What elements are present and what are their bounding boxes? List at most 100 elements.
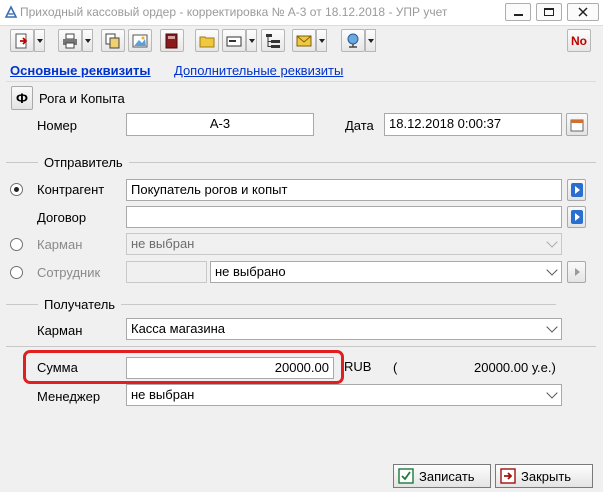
amount-separator — [6, 346, 596, 347]
sender-pocket-value: не выбран — [131, 236, 195, 251]
amount-highlight — [23, 350, 344, 384]
save-button-label: Записать — [419, 468, 475, 484]
receiver-pocket-dropdown[interactable] — [543, 320, 560, 338]
minimize-icon — [513, 14, 523, 16]
calendar-icon — [570, 119, 584, 131]
card-button[interactable] — [222, 29, 246, 52]
mail-button[interactable] — [292, 29, 316, 52]
arrow-right-icon — [574, 268, 580, 276]
organization-button[interactable]: Ф — [11, 86, 33, 110]
counterparty-label: Контрагент — [37, 182, 105, 197]
tab-underline — [6, 81, 596, 82]
date-field[interactable]: 18.12.2018 0:00:37 — [384, 113, 562, 136]
sender-pocket-select[interactable]: не выбран — [126, 233, 562, 255]
receiver-pocket-select[interactable]: Касса магазина — [126, 318, 562, 340]
sender-group-label: Отправитель — [38, 155, 129, 170]
radio-selected-dot — [14, 187, 19, 192]
counterparty-select-button[interactable] — [567, 179, 586, 201]
tab-additional-details[interactable]: Дополнительные реквизиты — [174, 63, 343, 78]
mail-dropdown[interactable] — [316, 29, 327, 52]
number-label: Номер — [37, 118, 78, 133]
card-dropdown[interactable] — [246, 29, 257, 52]
employee-label: Сотрудник — [37, 265, 101, 280]
journal-button[interactable] — [160, 29, 184, 52]
dropdown-arrow-icon — [367, 38, 374, 43]
calendar-button[interactable] — [566, 113, 588, 136]
chevron-down-icon — [545, 236, 558, 248]
arrow-right-icon — [570, 210, 583, 224]
organization-icon: Ф — [16, 90, 28, 106]
manager-select[interactable]: не выбран — [126, 384, 562, 406]
contract-label: Договор — [37, 210, 87, 225]
close-icon — [578, 7, 588, 17]
app-icon — [4, 5, 18, 18]
counterparty-field[interactable]: Покупатель рогов и копыт — [126, 179, 562, 201]
currency-label: RUB — [344, 359, 372, 374]
number-sign-icon: No — [571, 33, 587, 48]
window-title: Приходный кассовый ордер - корректировка… — [20, 5, 448, 19]
close-window-button[interactable] — [567, 3, 599, 21]
minimize-button[interactable] — [505, 3, 531, 21]
network-icon — [347, 33, 359, 48]
organization-name: Рога и Копыта — [39, 91, 125, 106]
network-button[interactable] — [341, 29, 365, 52]
envelope-icon — [296, 35, 312, 46]
numbering-button[interactable]: No — [567, 29, 591, 52]
close-button-label: Закрыть — [521, 468, 572, 484]
counterparty-radio[interactable] — [10, 183, 23, 196]
card-icon — [226, 36, 242, 46]
book-icon — [165, 33, 178, 48]
save-button[interactable]: Записать — [393, 464, 491, 488]
pocket-radio[interactable] — [10, 238, 23, 251]
employee-value: не выбрано — [215, 264, 286, 279]
print-button[interactable] — [58, 29, 82, 52]
pocket-label: Карман — [37, 237, 83, 252]
copy-button[interactable] — [101, 29, 125, 52]
folder-button[interactable] — [195, 29, 219, 52]
manager-value: не выбран — [131, 387, 195, 402]
folder-icon — [199, 36, 215, 47]
date-label: Дата — [345, 118, 374, 133]
structure-button[interactable] — [261, 29, 285, 52]
manager-label: Менеджер — [37, 389, 101, 404]
new-document-dropdown[interactable] — [34, 29, 45, 52]
number-field[interactable]: А-3 — [126, 113, 314, 136]
maximize-button[interactable] — [536, 3, 562, 21]
toolbar: No — [0, 27, 603, 55]
dropdown-arrow-icon — [318, 38, 325, 43]
contract-field[interactable] — [126, 206, 562, 228]
tab-main-details[interactable]: Основные реквизиты — [10, 63, 151, 78]
maximize-icon — [544, 8, 554, 16]
network-dropdown[interactable] — [365, 29, 376, 52]
chevron-down-icon — [545, 264, 558, 276]
copy-icon — [105, 33, 120, 48]
dropdown-arrow-icon — [84, 38, 91, 43]
arrow-right-icon — [570, 183, 583, 197]
new-document-button[interactable] — [10, 29, 34, 52]
exit-icon — [500, 468, 516, 484]
contract-select-button[interactable] — [567, 206, 586, 228]
title-bar: Приходный кассовый ордер - корректировка… — [0, 0, 603, 26]
chevron-down-icon — [545, 387, 558, 399]
tree-icon — [266, 33, 280, 48]
manager-dropdown[interactable] — [543, 386, 560, 404]
new-document-icon — [15, 33, 28, 48]
save-icon — [398, 468, 414, 484]
close-button[interactable]: Закрыть — [495, 464, 593, 488]
image-button[interactable] — [128, 29, 152, 52]
dropdown-arrow-icon — [36, 38, 43, 43]
ue-amount: 20000.00 у.е.) — [474, 360, 556, 375]
image-icon — [132, 34, 148, 47]
employee-select-button[interactable] — [567, 261, 586, 283]
receiver-group-label: Получатель — [38, 297, 122, 312]
receiver-pocket-label: Карман — [37, 323, 83, 338]
employee-select[interactable]: не выбрано — [210, 261, 562, 283]
employee-dropdown[interactable] — [543, 263, 560, 281]
employee-code-field[interactable] — [126, 261, 207, 283]
receiver-pocket-value: Касса магазина — [131, 321, 225, 336]
dropdown-arrow-icon — [248, 38, 255, 43]
employee-radio[interactable] — [10, 266, 23, 279]
sender-pocket-dropdown[interactable] — [543, 235, 560, 253]
printer-icon — [63, 33, 77, 48]
print-dropdown[interactable] — [82, 29, 93, 52]
